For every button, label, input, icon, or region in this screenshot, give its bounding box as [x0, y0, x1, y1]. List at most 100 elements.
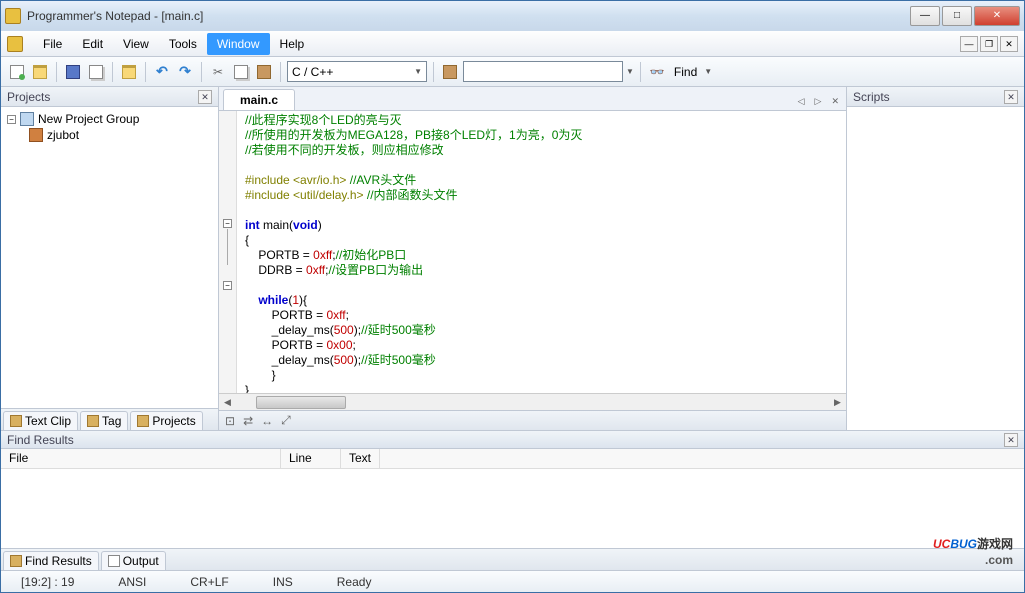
minimize-button[interactable]: —	[910, 6, 940, 26]
find-icon-button[interactable]: 👓	[647, 62, 667, 82]
new-file-icon	[10, 65, 24, 79]
app-icon	[5, 8, 21, 24]
undo-icon: ↶	[156, 63, 168, 80]
tab-output[interactable]: Output	[101, 551, 166, 570]
paste-button[interactable]	[254, 62, 274, 82]
window-title: Programmer's Notepad - [main.c]	[27, 9, 910, 23]
col-text[interactable]: Text	[341, 449, 380, 468]
horizontal-scrollbar[interactable]: ◀ ▶	[219, 393, 846, 410]
undo-button[interactable]: ↶	[152, 62, 172, 82]
separator	[280, 62, 281, 82]
status-encoding: ANSI	[106, 575, 158, 589]
chevron-down-icon: ▼	[414, 67, 422, 76]
tab-next-button[interactable]: ▷	[812, 95, 825, 108]
close-button[interactable]: ✕	[974, 6, 1020, 26]
projects-panel: Projects ✕ − New Project Group zjubot Te…	[1, 87, 219, 430]
col-file[interactable]: File	[1, 449, 281, 468]
save-button[interactable]	[63, 62, 83, 82]
maximize-button[interactable]: □	[942, 6, 972, 26]
scripts-panel-title: Scripts	[853, 90, 890, 104]
copy-button[interactable]	[231, 62, 251, 82]
find-results-columns: File Line Text	[1, 449, 1024, 469]
separator	[145, 62, 146, 82]
menu-help[interactable]: Help	[270, 33, 315, 55]
scripts-list[interactable]	[847, 107, 1024, 430]
tab-find-results[interactable]: Find Results	[3, 551, 99, 570]
open-project-button[interactable]	[119, 62, 139, 82]
copy-icon	[234, 65, 248, 79]
find-results-close-button[interactable]: ✕	[1004, 433, 1018, 447]
paste-icon	[257, 65, 271, 79]
separator	[640, 62, 641, 82]
find-input[interactable]	[463, 61, 623, 82]
scroll-left-icon[interactable]: ◀	[219, 394, 236, 411]
mdi-close-button[interactable]: ✕	[1000, 36, 1018, 52]
menu-tools[interactable]: Tools	[159, 33, 207, 55]
fullscreen-icon[interactable]: ⤢	[281, 413, 291, 428]
titlebar: Programmer's Notepad - [main.c] — □ ✕	[1, 1, 1024, 31]
left-panel-tabs: Text Clip Tag Projects	[1, 408, 218, 430]
chevron-down-icon[interactable]: ▼	[626, 67, 634, 76]
menu-edit[interactable]: Edit	[72, 33, 113, 55]
marker-icon[interactable]: ⊡	[225, 414, 235, 428]
find-results-list[interactable]	[1, 469, 1024, 548]
menu-app-icon	[7, 36, 23, 52]
fold-minus-icon[interactable]: −	[223, 219, 232, 228]
new-file-button[interactable]	[7, 62, 27, 82]
project-icon	[29, 128, 43, 142]
status-eol: CR+LF	[178, 575, 240, 589]
save-all-icon	[89, 65, 103, 79]
status-insert-mode: INS	[261, 575, 305, 589]
separator	[112, 62, 113, 82]
menu-file[interactable]: File	[33, 33, 72, 55]
cut-button[interactable]: ✂	[208, 62, 228, 82]
tab-projects[interactable]: Projects	[130, 411, 202, 430]
collapse-icon[interactable]: −	[7, 115, 16, 124]
menu-window[interactable]: Window	[207, 33, 270, 55]
tab-prev-button[interactable]: ◁	[795, 95, 808, 108]
projects-icon	[137, 415, 149, 427]
tab-close-button[interactable]: ✕	[828, 95, 842, 108]
open-file-button[interactable]	[30, 62, 50, 82]
fold-minus-icon[interactable]: −	[223, 281, 232, 290]
save-icon	[66, 65, 80, 79]
menubar: File Edit View Tools Window Help — ❐ ✕	[1, 31, 1024, 57]
scripts-panel-close-button[interactable]: ✕	[1004, 90, 1018, 104]
mdi-minimize-button[interactable]: —	[960, 36, 978, 52]
tree-root[interactable]: − New Project Group	[5, 111, 214, 127]
menu-view[interactable]: View	[113, 33, 159, 55]
tab-text-clips[interactable]: Text Clip	[3, 411, 78, 430]
whitespace-icon[interactable]: ⇄	[243, 414, 253, 428]
redo-button[interactable]: ↷	[175, 62, 195, 82]
editor-status-icons: ⊡ ⇄ ↔ ⤢	[219, 410, 846, 430]
save-all-button[interactable]	[86, 62, 106, 82]
editor-tab-main-c[interactable]: main.c	[223, 89, 295, 110]
tree-item-zjubot[interactable]: zjubot	[27, 127, 214, 143]
language-select[interactable]: C / C++ ▼	[287, 61, 427, 82]
projects-panel-title: Projects	[7, 90, 50, 104]
main-body: Projects ✕ − New Project Group zjubot Te…	[1, 87, 1024, 430]
code-editor[interactable]: //此程序实现8个LED的亮与灭 //所使用的开发板为MEGA128，PB接8个…	[237, 111, 846, 393]
redo-icon: ↷	[179, 63, 191, 80]
scroll-thumb[interactable]	[256, 396, 346, 409]
bookmark-button[interactable]	[440, 62, 460, 82]
tree-item-label: zjubot	[47, 128, 79, 142]
status-ready: Ready	[325, 575, 384, 589]
scroll-right-icon[interactable]: ▶	[829, 394, 846, 411]
mdi-restore-button[interactable]: ❐	[980, 36, 998, 52]
chevron-down-icon[interactable]: ▼	[704, 67, 712, 76]
binoculars-icon: 👓	[649, 65, 664, 79]
project-group-icon	[20, 112, 34, 126]
separator	[433, 62, 434, 82]
fold-gutter[interactable]: − −	[219, 111, 237, 393]
find-label[interactable]: Find	[670, 65, 701, 79]
toolbar: ↶ ↷ ✂ C / C++ ▼ ▼ 👓 Find ▼	[1, 57, 1024, 87]
tab-tags[interactable]: Tag	[80, 411, 128, 430]
wrap-icon[interactable]: ↔	[261, 414, 273, 428]
find-results-icon	[10, 555, 22, 567]
projects-tree[interactable]: − New Project Group zjubot	[1, 107, 218, 408]
separator	[201, 62, 202, 82]
separator	[56, 62, 57, 82]
col-line[interactable]: Line	[281, 449, 341, 468]
projects-panel-close-button[interactable]: ✕	[198, 90, 212, 104]
